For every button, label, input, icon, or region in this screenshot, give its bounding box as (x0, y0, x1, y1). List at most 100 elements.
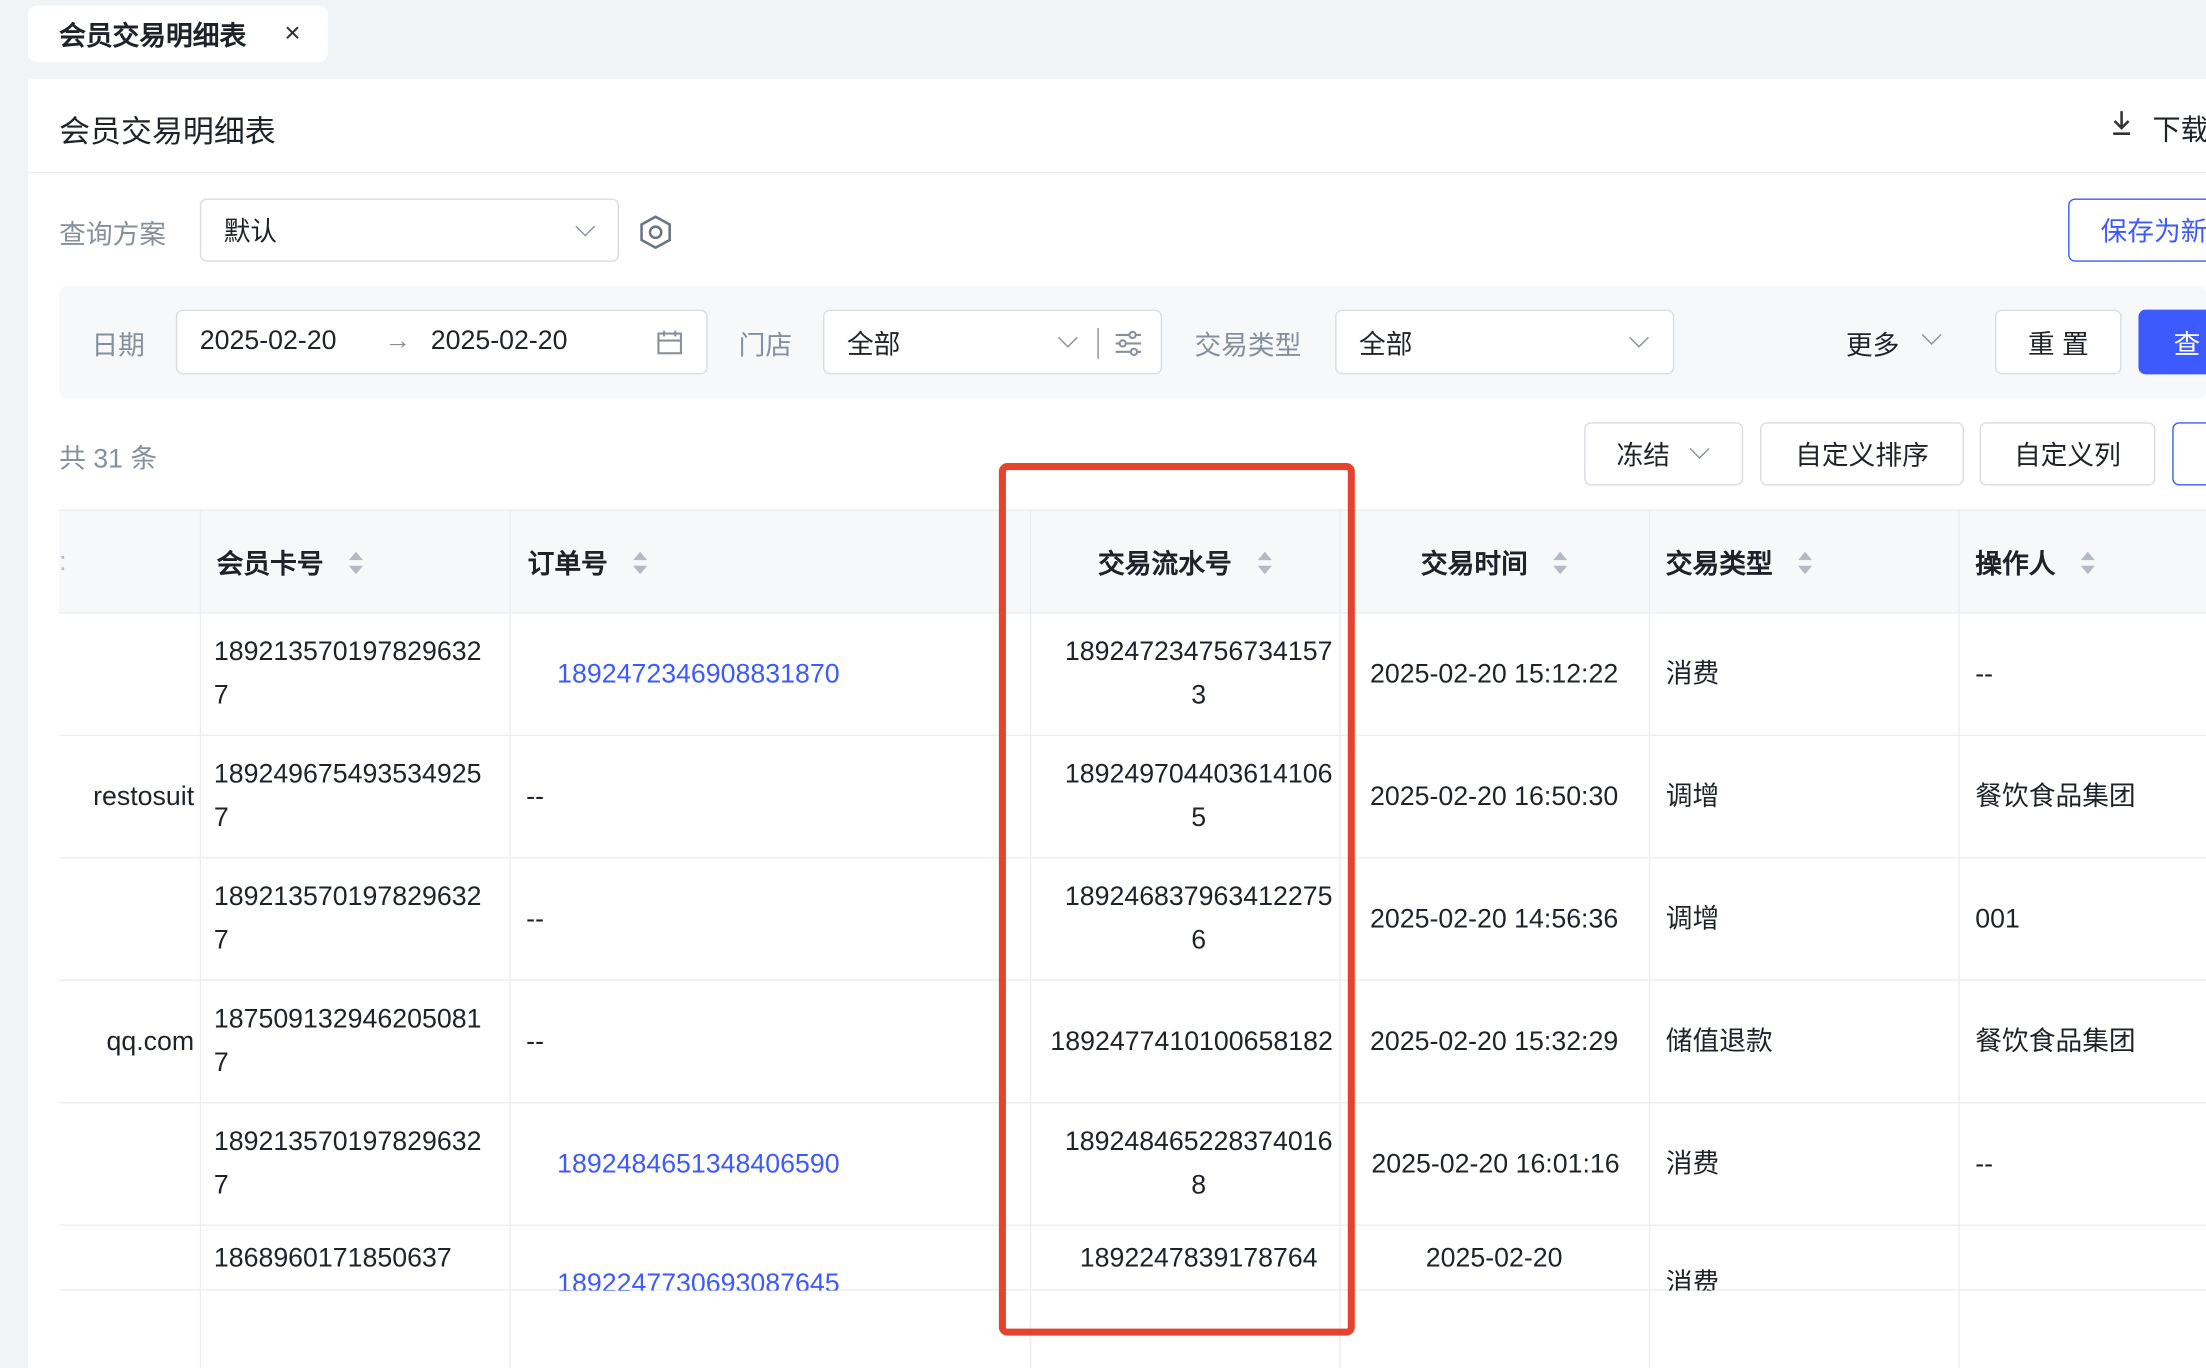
custom-columns-label: 自定义列 (2013, 441, 2121, 472)
column-label: 交易类型 (1665, 550, 1773, 580)
cell-transaction-type: 消费 (1665, 1269, 1720, 1291)
cell-transaction-type: 调增 (1665, 781, 1720, 812)
sort-icon[interactable] (2080, 551, 2095, 574)
cell-order-number: -- (526, 781, 544, 812)
cell-order-number[interactable]: 1892472346908831870 (557, 614, 1021, 735)
column-divider (199, 510, 202, 1368)
cell-transaction-type: 消费 (1665, 1149, 1720, 1179)
page-title: 会员交易明细表 (59, 114, 276, 150)
cell-col0: qq.com (106, 1026, 195, 1057)
sort-icon[interactable] (633, 551, 648, 574)
date-label: 日期 (91, 332, 145, 362)
cell-transaction-time: 2025-02-20 (1425, 1244, 1563, 1274)
download-button[interactable]: 下载 (2110, 107, 2206, 148)
cell-card-number: 1892135701978296327 (213, 1127, 482, 1201)
column-divider (1958, 510, 1960, 1368)
column-label: 会员卡号 (216, 550, 324, 580)
cell-card-number: 1892135701978296327 (213, 637, 482, 711)
cell-order-number: -- (526, 1026, 544, 1057)
date-start: 2025-02-20 (199, 326, 337, 357)
record-count: 共 31 条 (59, 444, 158, 475)
tab-member-transactions[interactable]: 会员交易明细表 × (28, 5, 328, 62)
chevron-down-icon (575, 216, 596, 237)
transaction-type-value: 全部 (1359, 330, 1413, 360)
cell-transaction-type: 消费 (1665, 659, 1720, 689)
column-header-operator[interactable]: 操作人 (1975, 511, 2206, 614)
cell-order-number: -- (526, 904, 544, 934)
column-header-transaction-type[interactable]: 交易类型 (1666, 511, 1961, 614)
filter-sliders-icon[interactable] (1113, 328, 1144, 359)
cell-order-number[interactable]: 1892484651348406590 (557, 1103, 1021, 1224)
cell-transaction-time: 2025-02-20 16:01:16 (1371, 1149, 1620, 1179)
reset-button[interactable]: 重 置 (1994, 309, 2122, 375)
query-label: 查 (2173, 330, 2201, 360)
cell-order-number[interactable]: 1892247730693087645 (557, 1226, 1021, 1290)
save-as-new-button[interactable]: 保存为新 (2068, 198, 2206, 262)
cell-operator: -- (1975, 659, 1994, 689)
more-toolbar-button[interactable] (2172, 422, 2206, 486)
column-divider (509, 510, 511, 1368)
cell-col0 (59, 614, 194, 735)
reset-label: 重 置 (2027, 330, 2089, 360)
column-label: 订单号 (527, 550, 608, 580)
chevron-down-icon (1689, 439, 1710, 459)
download-icon (2113, 111, 2131, 135)
cell-operator: 餐饮食品集团 (1975, 1026, 2136, 1057)
column-header-transaction-time[interactable]: 交易时间 (1339, 511, 1649, 614)
cell-col0 (59, 859, 194, 980)
column-header-order-number[interactable]: 订单号 (528, 511, 1020, 614)
settings-icon[interactable] (637, 214, 674, 251)
sort-icon[interactable] (348, 551, 363, 574)
filter-bar: 日期 2025-02-20 → 2025-02-20 门店 全部 交易类型 全部… (59, 285, 2206, 399)
column-header-card-number[interactable]: 会员卡号 (217, 511, 512, 614)
custom-sort-button[interactable]: 自定义排序 (1760, 422, 1965, 486)
download-label: 下载 (2152, 115, 2206, 147)
cell-transaction-type: 储值退款 (1665, 1026, 1773, 1057)
chevron-down-icon (1057, 327, 1078, 348)
calendar-icon (657, 330, 682, 355)
cell-transaction-time: 2025-02-20 15:32:29 (1370, 1026, 1619, 1057)
query-scheme-value: 默认 (223, 218, 278, 248)
chevron-down-icon (1629, 327, 1649, 348)
freeze-button[interactable]: 冻结 (1584, 422, 1744, 486)
arrow-right-icon: → (384, 326, 412, 357)
column-label: 操作人 (1975, 550, 2056, 580)
sort-icon[interactable] (1553, 551, 1568, 574)
transaction-type-select[interactable]: 全部 (1335, 309, 1675, 375)
save-as-new-label: 保存为新 (2100, 218, 2206, 248)
custom-sort-label: 自定义排序 (1795, 441, 1929, 472)
cell-col0 (59, 1103, 194, 1224)
date-range-picker[interactable]: 2025-02-20 → 2025-02-20 (175, 309, 708, 375)
more-label: 更多 (1845, 332, 1900, 362)
cell-transaction-type: 调增 (1665, 904, 1720, 934)
freeze-label: 冻结 (1616, 441, 1671, 472)
cell-transaction-time: 2025-02-20 15:12:22 (1370, 659, 1619, 689)
cell-card-number: 1868960171850637 (213, 1244, 452, 1274)
column-header-0: : (59, 511, 200, 614)
column-overflow-marker: : (59, 546, 67, 577)
cell-operator: 餐饮食品集团 (1975, 781, 2136, 812)
cell-card-number: 1892496754935349257 (213, 760, 482, 834)
transaction-type-label: 交易类型 (1194, 332, 1302, 362)
sort-icon[interactable] (1798, 551, 1813, 574)
more-filters-toggle[interactable]: 更多 (1845, 325, 1942, 363)
date-end: 2025-02-20 (430, 326, 568, 357)
custom-columns-button[interactable]: 自定义列 (1979, 422, 2156, 486)
store-select[interactable]: 全部 (823, 309, 1163, 375)
cell-card-number: 1875091329462050817 (213, 1004, 482, 1079)
store-value: 全部 (846, 330, 901, 360)
query-button[interactable]: 查 (2138, 309, 2206, 375)
close-icon[interactable]: × (284, 18, 300, 50)
column-label: 交易时间 (1420, 550, 1528, 580)
divider (1097, 327, 1099, 359)
tab-label: 会员交易明细表 (59, 21, 247, 52)
cell-transaction-time: 2025-02-20 14:56:36 (1370, 904, 1619, 934)
cell-col0: restosuit (93, 781, 195, 812)
column-divider (1648, 510, 1651, 1368)
query-scheme-select[interactable]: 默认 (199, 198, 620, 262)
cell-operator: -- (1975, 1149, 1994, 1179)
cell-card-number: 1892135701978296327 (213, 882, 482, 956)
cell-transaction-time: 2025-02-20 16:50:30 (1370, 781, 1619, 812)
cell-operator: 001 (1975, 904, 2020, 934)
store-label: 门店 (738, 332, 793, 362)
